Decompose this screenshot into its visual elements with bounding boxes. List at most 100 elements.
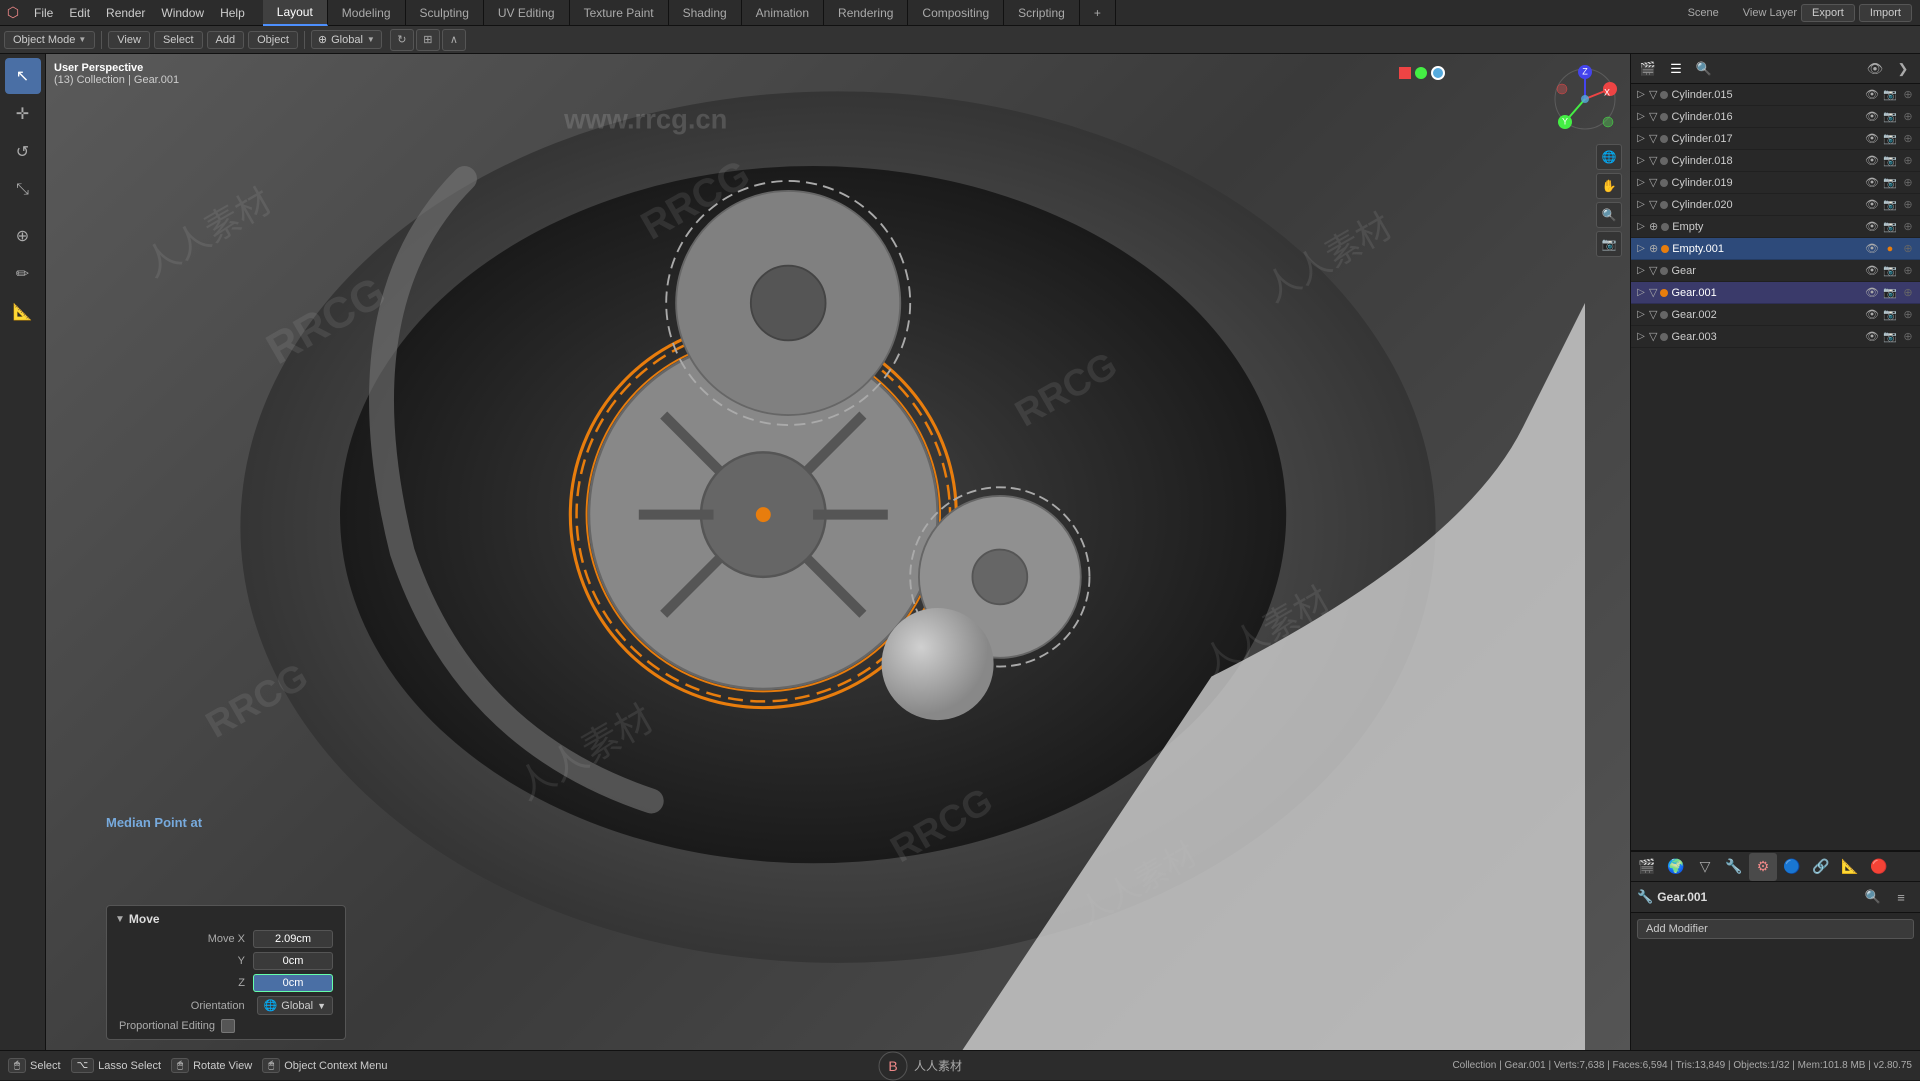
visibility-icon[interactable]: 👁 (1864, 286, 1880, 299)
modifier-props-btn[interactable]: 🔧 (1720, 853, 1748, 881)
transform-tool-btn[interactable]: ✛ (5, 96, 41, 132)
visibility-icon[interactable]: 👁 (1864, 110, 1880, 123)
object-menu[interactable]: Object (248, 31, 298, 49)
outliner-item-cylinder018[interactable]: ▷ ▽ Cylinder.018 👁 📷 ⊕ (1631, 150, 1920, 172)
visibility-icon[interactable]: 👁 (1864, 308, 1880, 321)
tab-uv-editing[interactable]: UV Editing (484, 0, 570, 26)
outliner-item-gear003[interactable]: ▷ ▽ Gear.003 👁 📷 ⊕ (1631, 326, 1920, 348)
outliner-item-gear002[interactable]: ▷ ▽ Gear.002 👁 📷 ⊕ (1631, 304, 1920, 326)
render-icon[interactable]: 📷 (1882, 198, 1898, 211)
outliner-item-cylinder017[interactable]: ▷ ▽ Cylinder.017 👁 📷 ⊕ (1631, 128, 1920, 150)
tab-texture-paint[interactable]: Texture Paint (570, 0, 669, 26)
annotate-tool-btn[interactable]: ✏ (5, 256, 41, 292)
select-icon[interactable]: ⊕ (1900, 264, 1916, 277)
render-icon[interactable]: 📷 (1882, 110, 1898, 123)
select-icon[interactable]: ⊕ (1900, 198, 1916, 211)
visibility-icon[interactable]: 👁 (1864, 198, 1880, 211)
shortcut-lmb[interactable]: 🖱 Select (8, 1058, 61, 1073)
scene-collection-icon[interactable]: 🎬 (1635, 56, 1661, 82)
nav-pan[interactable]: ✋ (1596, 173, 1622, 199)
export-button[interactable]: Export (1801, 4, 1855, 22)
orientation-select[interactable]: 🌐 Global ▼ (257, 996, 333, 1015)
material-btn[interactable]: 🔴 (1865, 853, 1893, 881)
tab-rendering[interactable]: Rendering (824, 0, 908, 26)
scale-tool-btn[interactable]: ⤡ (5, 172, 41, 208)
visibility-icon[interactable]: 👁 (1864, 176, 1880, 189)
cursor-tool-btn[interactable]: ⊕ (5, 218, 41, 254)
select-icon[interactable]: ⊕ (1900, 308, 1916, 321)
select-icon[interactable]: ⊕ (1900, 88, 1916, 101)
nav-camera[interactable]: 📷 (1596, 231, 1622, 257)
object-props-btn[interactable]: ▽ (1691, 853, 1719, 881)
outliner-item-gear001[interactable]: ▷ ▽ Gear.001 👁 📷 ⊕ (1631, 282, 1920, 304)
visibility-icon[interactable]: 👁 (1864, 154, 1880, 167)
tab-layout[interactable]: Layout (263, 0, 328, 26)
vt-btn-3[interactable]: ∧ (442, 29, 466, 51)
outliner-item-cylinder015[interactable]: ▷ ▽ Cylinder.015 👁 📷 ⊕ (1631, 84, 1920, 106)
proportional-checkbox[interactable] (221, 1019, 235, 1033)
visibility-toggle[interactable]: 👁 (1862, 56, 1888, 82)
data-btn[interactable]: 📐 (1836, 853, 1864, 881)
render-icon[interactable]: 📷 (1882, 330, 1898, 343)
props-search[interactable]: 🔍 (1860, 884, 1886, 910)
render-icon[interactable]: 📷 (1882, 308, 1898, 321)
outliner-item-gear[interactable]: ▷ ▽ Gear 👁 📷 ⊕ (1631, 260, 1920, 282)
select-tool-btn[interactable]: ↖ (5, 58, 41, 94)
tab-add[interactable]: + (1080, 0, 1116, 26)
outliner-item-empty[interactable]: ▷ ⊕ Empty 👁 📷 ⊕ (1631, 216, 1920, 238)
render-icon[interactable]: 📷 (1882, 176, 1898, 189)
outliner-item-empty001[interactable]: ▷ ⊕ Empty.001 👁 ● ⊕ (1631, 238, 1920, 260)
nav-zoom-in[interactable]: 🌐 (1596, 144, 1622, 170)
render-icon[interactable]: 📷 (1882, 132, 1898, 145)
select-icon[interactable]: ⊕ (1900, 330, 1916, 343)
select-icon[interactable]: ⊕ (1900, 154, 1916, 167)
move-x-input[interactable]: 2.09cm (253, 930, 333, 948)
measure-tool-btn[interactable]: 📐 (5, 294, 41, 330)
viewport[interactable]: RRCG 人人素材 RRCG 人人素材 RRCG 人人素材 RRCG 人人素材 … (46, 54, 1630, 1050)
outliner[interactable]: ▷ ▽ Cylinder.015 👁 📷 ⊕ ▷ ▽ Cylinder.016 … (1631, 84, 1920, 850)
render-icon[interactable]: 📷 (1882, 154, 1898, 167)
visibility-icon[interactable]: 👁 (1864, 264, 1880, 277)
outliner-item-cylinder020[interactable]: ▷ ▽ Cylinder.020 👁 📷 ⊕ (1631, 194, 1920, 216)
visibility-icon[interactable]: 👁 (1864, 88, 1880, 101)
menu-edit[interactable]: Edit (61, 4, 98, 22)
tab-scripting[interactable]: Scripting (1004, 0, 1080, 26)
add-menu[interactable]: Add (207, 31, 245, 49)
select-icon[interactable]: ⊕ (1900, 242, 1916, 255)
physics-btn[interactable]: 🔵 (1778, 853, 1806, 881)
menu-help[interactable]: Help (212, 4, 253, 22)
render-icon[interactable]: 📷 (1882, 264, 1898, 277)
move-z-input[interactable]: 0cm (253, 974, 333, 992)
visibility-icon[interactable]: 👁 (1864, 330, 1880, 343)
filter-icon[interactable]: 🔍 (1691, 56, 1717, 82)
render-icon[interactable]: 📷 (1882, 286, 1898, 299)
add-modifier-button[interactable]: Add Modifier (1637, 919, 1914, 939)
import-button[interactable]: Import (1859, 4, 1912, 22)
menu-file[interactable]: File (26, 4, 61, 22)
vt-btn-2[interactable]: ⊞ (416, 29, 440, 51)
outliner-item-cylinder019[interactable]: ▷ ▽ Cylinder.019 👁 📷 ⊕ (1631, 172, 1920, 194)
select-icon[interactable]: ⊕ (1900, 110, 1916, 123)
tab-modeling[interactable]: Modeling (328, 0, 406, 26)
visibility-icon[interactable]: 👁 (1864, 220, 1880, 233)
hide-icon[interactable]: ● (1882, 243, 1898, 255)
scene-props-btn[interactable]: 🎬 (1633, 853, 1661, 881)
rotate-tool-btn[interactable]: ↺ (5, 134, 41, 170)
view-menu[interactable]: View (108, 31, 150, 49)
outliner-icon[interactable]: ☰ (1663, 56, 1689, 82)
props-panel-menu[interactable]: ≡ (1888, 884, 1914, 910)
move-y-input[interactable]: 0cm (253, 952, 333, 970)
select-menu[interactable]: Select (154, 31, 203, 49)
render-icon[interactable]: 📷 (1882, 88, 1898, 101)
global-dropdown[interactable]: ⊕ Global ▼ (311, 30, 382, 49)
tab-shading[interactable]: Shading (669, 0, 742, 26)
world-props-btn[interactable]: 🌍 (1662, 853, 1690, 881)
blender-logo[interactable]: ⬡ (0, 0, 26, 26)
panel-collapse[interactable]: ❯ (1890, 56, 1916, 82)
tab-compositing[interactable]: Compositing (908, 0, 1004, 26)
object-mode-dropdown[interactable]: Object Mode ▼ (4, 31, 95, 49)
select-icon[interactable]: ⊕ (1900, 286, 1916, 299)
tab-sculpting[interactable]: Sculpting (406, 0, 484, 26)
viewport-gizmo[interactable]: X Y Z (1550, 64, 1620, 134)
menu-window[interactable]: Window (153, 4, 212, 22)
